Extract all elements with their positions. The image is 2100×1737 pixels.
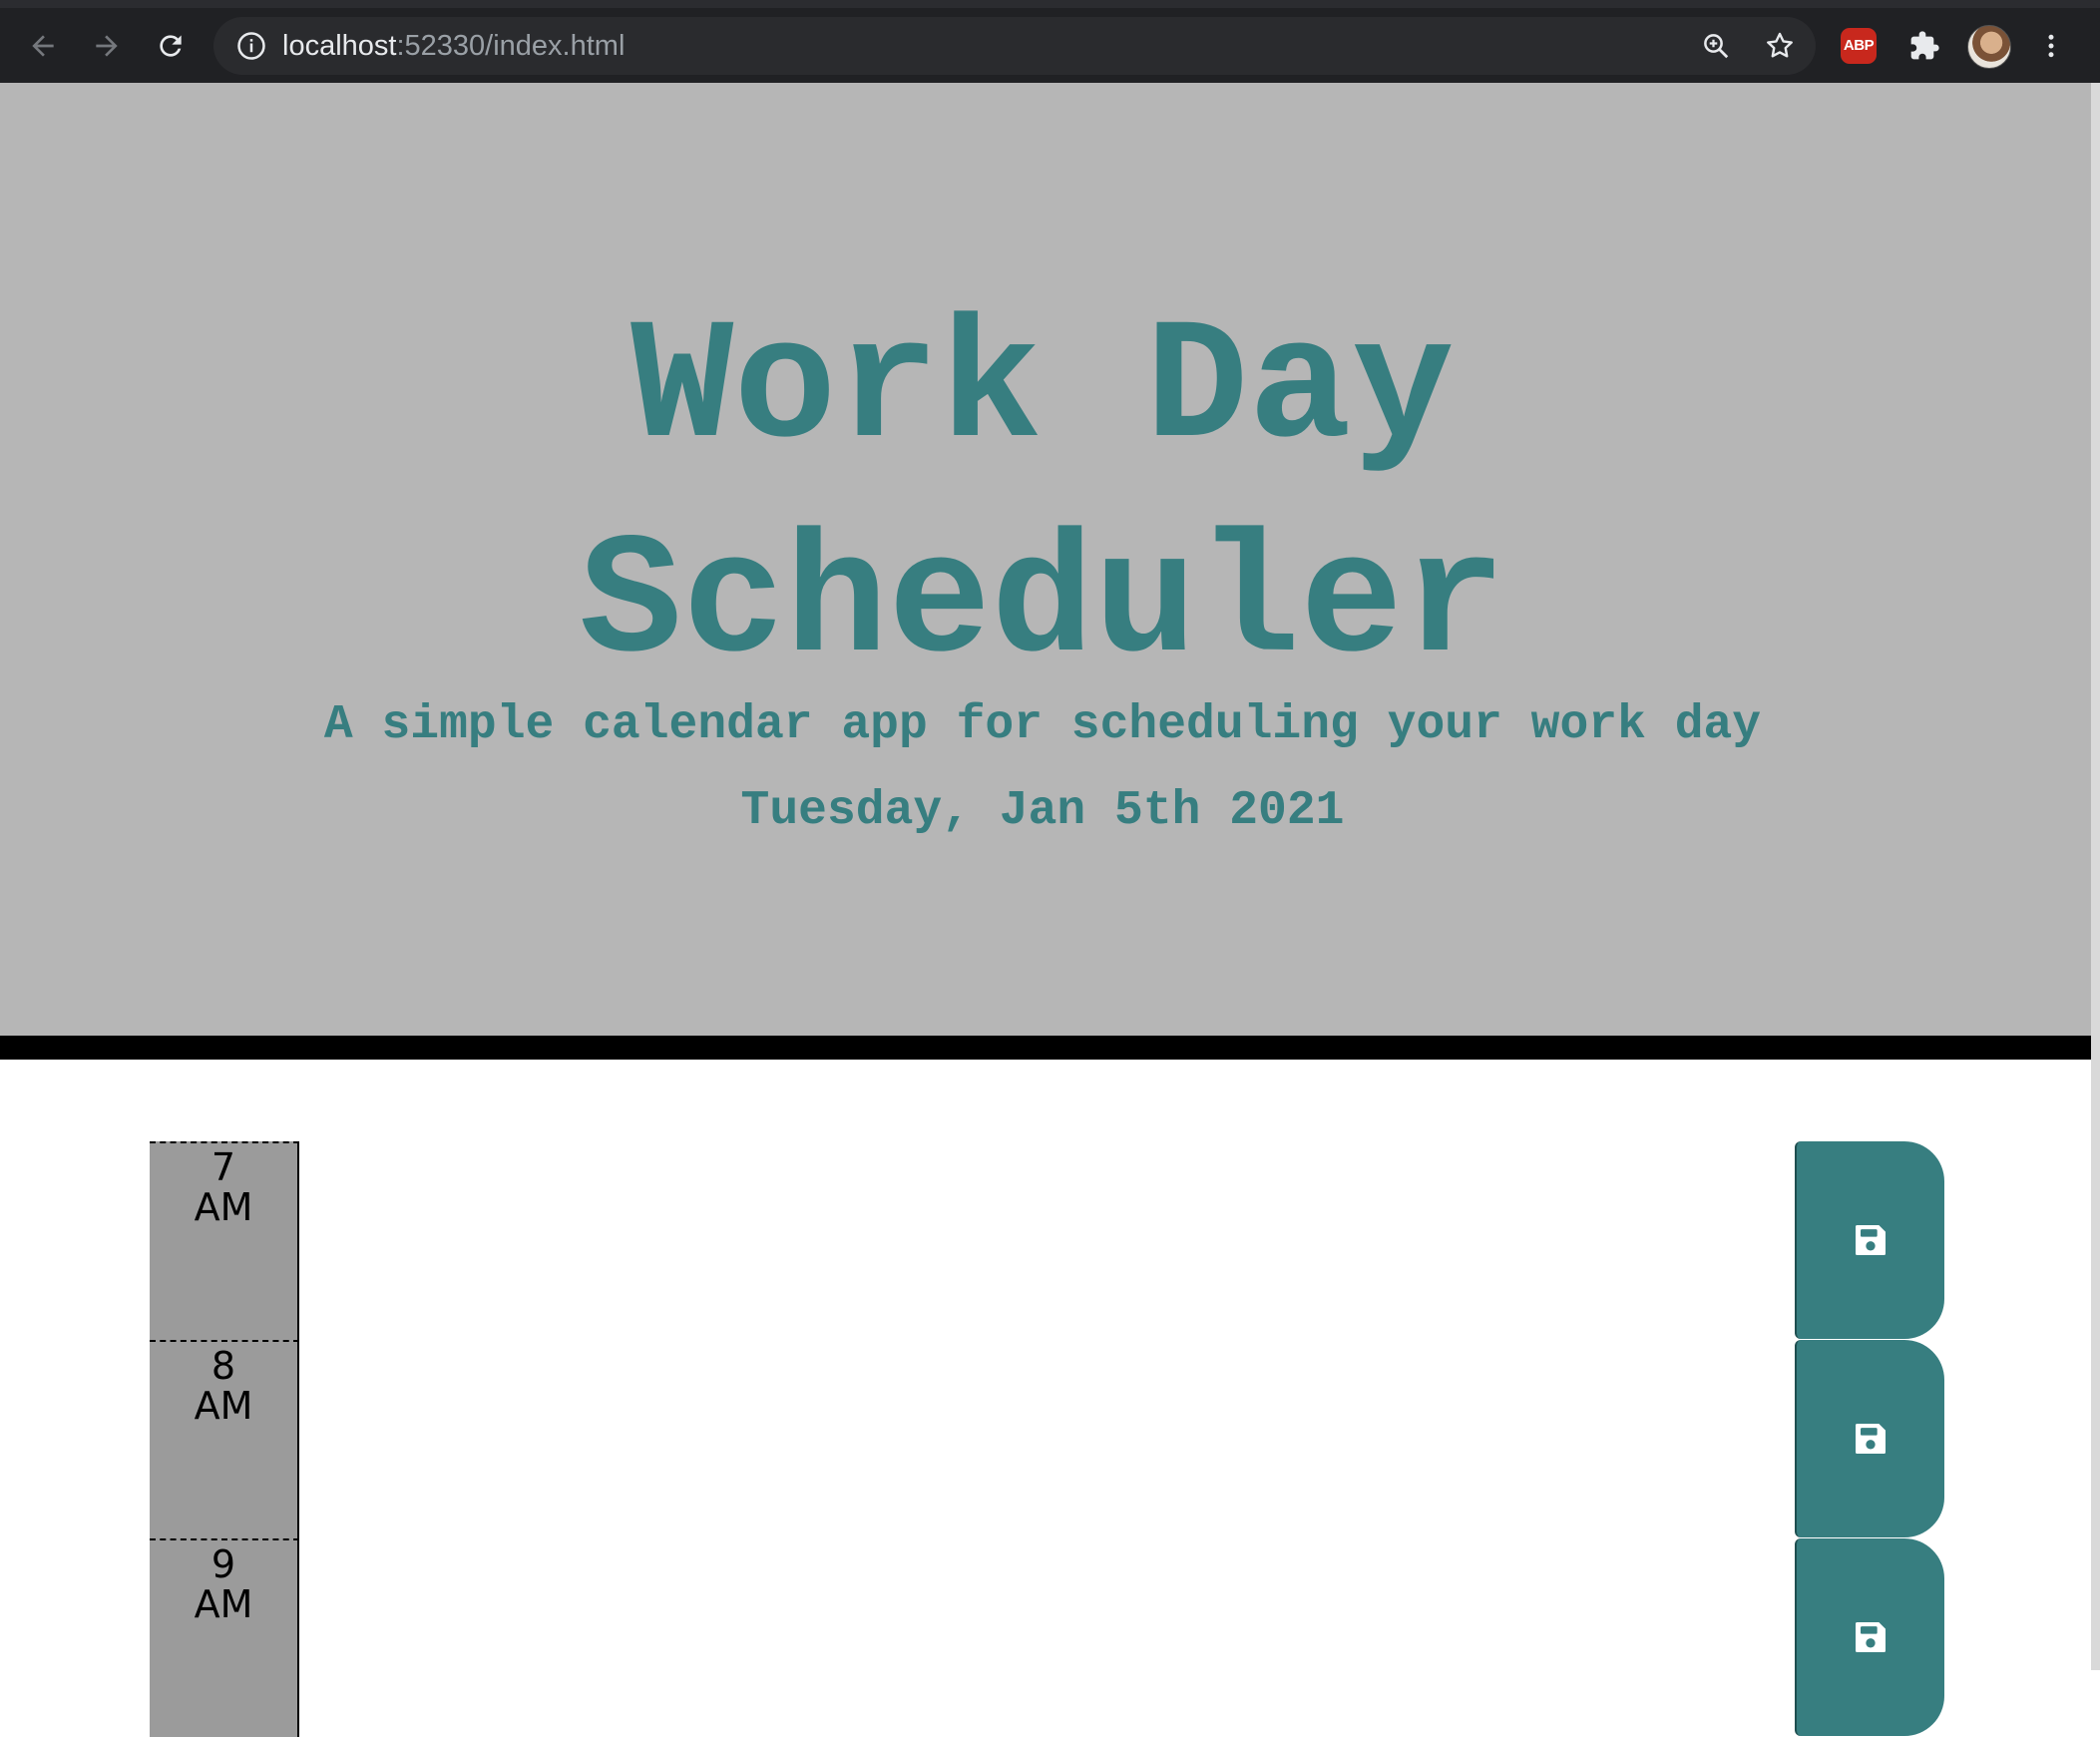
save-floppy-icon [1856, 1225, 1886, 1255]
hour-number: 9 [210, 1542, 236, 1586]
url-path: :52330/index.html [396, 30, 626, 62]
hour-label: 9 AM [150, 1538, 299, 1737]
hour-label: 7 AM [150, 1141, 299, 1340]
window-right-edge [2091, 83, 2100, 1670]
title-line-2: Scheduler [579, 507, 1506, 701]
current-day: Tuesday, Jan 5th 2021 [740, 784, 1345, 838]
hour-period: AM [194, 1582, 253, 1626]
tab-strip [0, 0, 2100, 8]
url-text[interactable]: localhost:52330/index.html [282, 27, 625, 65]
adblock-extension-icon[interactable]: ABP [1841, 28, 1877, 64]
info-icon[interactable] [227, 22, 275, 70]
description-textarea[interactable] [301, 1340, 1942, 1538]
schedule-container: 7 AM 8 AM 9 AM [0, 1060, 2100, 1737]
hour-number: 8 [210, 1344, 236, 1388]
save-floppy-icon [1856, 1622, 1886, 1652]
time-block-row: 9 AM [150, 1538, 1945, 1737]
back-icon[interactable] [19, 22, 67, 70]
hour-label: 8 AM [150, 1340, 299, 1538]
header-divider [0, 1036, 2100, 1060]
bookmark-star-icon[interactable] [1756, 22, 1804, 70]
title-line-1: Work Day [630, 292, 1455, 487]
profile-avatar[interactable] [1967, 25, 2011, 69]
page-title: Work Day Scheduler [0, 282, 2085, 711]
menu-kebab-icon[interactable] [2027, 22, 2075, 70]
save-button[interactable] [1795, 1141, 1944, 1339]
puzzle-icon[interactable] [1900, 22, 1948, 70]
description-textarea[interactable] [301, 1141, 1942, 1340]
hour-period: AM [194, 1185, 253, 1229]
time-block-row: 8 AM [150, 1340, 1945, 1538]
url-host: localhost [282, 30, 397, 62]
lead-text: A simple calendar app for scheduling you… [323, 698, 1762, 752]
reload-icon[interactable] [147, 22, 195, 70]
save-button[interactable] [1795, 1538, 1944, 1736]
browser-toolbar: localhost:52330/index.html ABP [0, 0, 2100, 83]
jumbotron-header: Work Day Scheduler A simple calendar app… [0, 83, 2100, 1036]
hour-period: AM [194, 1384, 253, 1428]
description-textarea[interactable] [301, 1538, 1942, 1737]
forward-icon[interactable] [83, 22, 131, 70]
save-button[interactable] [1795, 1340, 1944, 1537]
hour-number: 7 [210, 1145, 236, 1189]
save-floppy-icon [1856, 1424, 1886, 1454]
time-block-row: 7 AM [150, 1141, 1945, 1340]
zoom-icon[interactable] [1692, 22, 1740, 70]
